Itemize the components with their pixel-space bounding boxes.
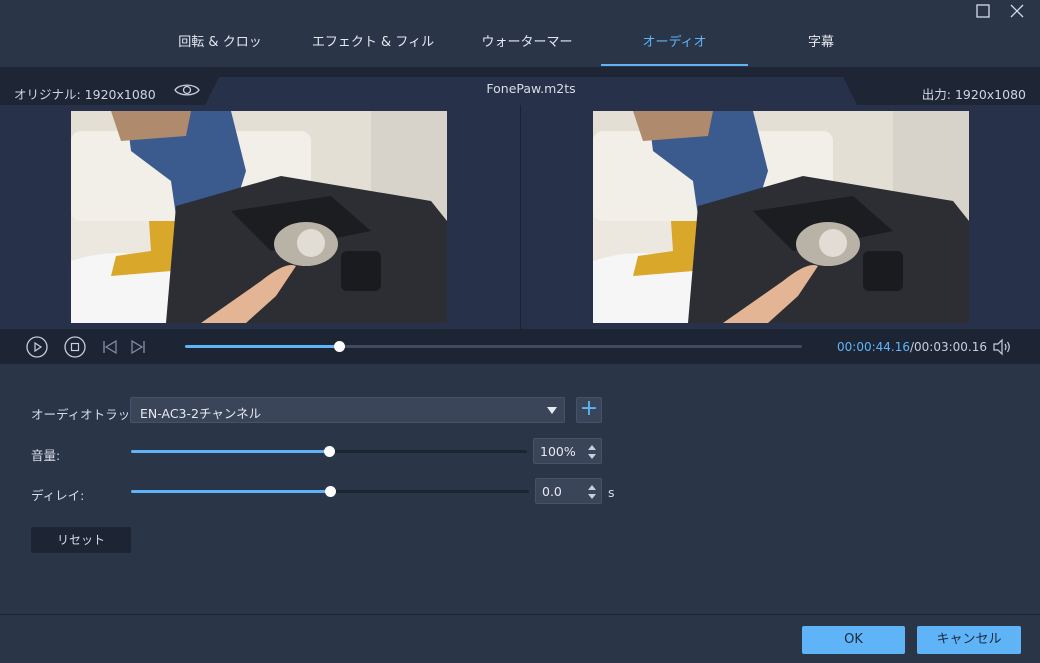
title-bar: 回転 & クロップ エフェクト & フィルター ウォーターマーク オーディオ 字… (0, 0, 1040, 84)
time-display: 00:00:44.16/00:03:00.16 (837, 340, 987, 354)
file-name: FonePaw.m2ts (486, 81, 576, 96)
delay-value: 0.0 (542, 484, 562, 499)
previous-frame-icon[interactable] (98, 335, 122, 359)
playback-controls: 00:00:44.16/00:03:00.16 (0, 329, 1040, 364)
original-video-frame (71, 111, 447, 323)
file-name-tab: FonePaw.m2ts (205, 77, 857, 105)
tab-bar: 回転 & クロップ エフェクト & フィルター ウォーターマーク オーディオ 字… (0, 26, 1040, 84)
delay-spinbox[interactable]: 0.0 (535, 478, 602, 504)
seek-bar[interactable] (185, 341, 802, 352)
delay-label: ディレイ: (31, 488, 85, 503)
seek-bar-progress (185, 345, 340, 348)
output-resolution-label: 出力: 1920x1080 (921, 87, 1026, 102)
audio-track-dropdown[interactable]: EN-AC3-2チャンネル (130, 397, 565, 423)
audio-editor-window: 回転 & クロップ エフェクト & フィルター ウォーターマーク オーディオ 字… (0, 0, 1040, 663)
volume-slider-fill (131, 450, 329, 453)
delay-slider-handle[interactable] (325, 486, 336, 497)
preview-header: オリジナル: 1920x1080 FonePaw.m2ts 出力: 1920x1… (0, 67, 1040, 105)
volume-slider-handle[interactable] (324, 446, 335, 457)
close-icon (1010, 4, 1024, 18)
volume-slider[interactable] (131, 446, 527, 457)
video-frame-image (71, 111, 447, 323)
delay-unit: s (608, 485, 615, 500)
delay-slider[interactable] (131, 486, 529, 497)
ok-button[interactable]: OK (802, 626, 905, 654)
tab-rotate-crop[interactable]: 回転 & クロップ (172, 26, 268, 84)
preview-divider (520, 105, 521, 329)
add-audio-track-button[interactable]: + (576, 397, 602, 423)
tab-subtitle[interactable]: 字幕 (790, 26, 852, 66)
current-time: 00:00:44.16 (837, 340, 910, 354)
next-frame-icon[interactable] (126, 335, 150, 359)
cancel-button[interactable]: キャンセル (917, 626, 1021, 654)
eye-icon[interactable] (174, 82, 200, 98)
maximize-icon (976, 4, 990, 18)
delay-increase-arrow[interactable] (588, 485, 596, 490)
volume-label: 音量: (31, 448, 61, 463)
chevron-down-icon (547, 407, 557, 414)
close-button[interactable] (1006, 2, 1028, 20)
tab-audio[interactable]: オーディオ (601, 26, 748, 66)
volume-value: 100% (540, 444, 576, 459)
play-icon[interactable] (25, 335, 49, 359)
stop-icon[interactable] (63, 335, 87, 359)
volume-decrease-arrow[interactable] (588, 454, 596, 459)
dialog-footer: OK キャンセル (0, 614, 1040, 663)
volume-spinbox[interactable]: 100% (533, 438, 602, 464)
video-frame-image (593, 111, 969, 323)
reset-button[interactable]: リセット (31, 527, 131, 553)
volume-increase-arrow[interactable] (588, 445, 596, 450)
delay-slider-fill (131, 490, 330, 493)
volume-icon[interactable] (992, 338, 1014, 356)
total-time: /00:03:00.16 (909, 340, 988, 354)
tab-watermark[interactable]: ウォーターマーク (478, 26, 576, 84)
seek-bar-handle[interactable] (334, 341, 346, 352)
delay-decrease-arrow[interactable] (588, 494, 596, 499)
original-resolution-label: オリジナル: 1920x1080 (14, 87, 156, 102)
video-preview-area (0, 105, 1040, 329)
output-video-frame (593, 111, 969, 323)
tab-effects-filters[interactable]: エフェクト & フィルター (310, 26, 436, 84)
audio-track-value: EN-AC3-2チャンネル (140, 406, 262, 421)
audio-settings-panel: オーディオトラック: EN-AC3-2チャンネル + 音量: 100% ディレイ… (0, 364, 1040, 614)
maximize-button[interactable] (972, 2, 994, 20)
